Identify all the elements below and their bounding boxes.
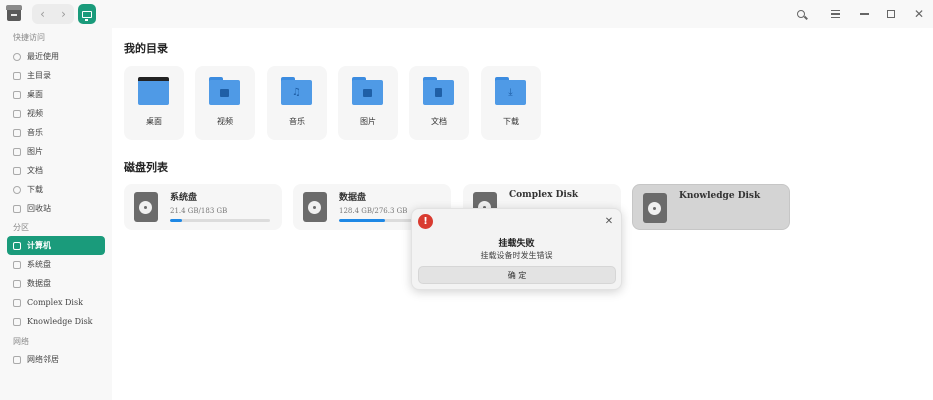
clock-icon — [13, 52, 21, 61]
desktop-folder-icon — [138, 77, 169, 105]
sidebar-item-complex-disk[interactable]: Complex Disk — [7, 293, 105, 312]
menu-icon — [830, 10, 840, 12]
minimize-icon — [859, 13, 869, 15]
disk-name: 系统盘 — [170, 193, 198, 203]
network-title: 网络 — [13, 337, 29, 346]
hard-disk-icon — [303, 192, 327, 222]
disk-icon — [13, 279, 21, 288]
video-icon — [13, 109, 21, 118]
sidebar-item-trash[interactable]: 回收站 — [7, 199, 105, 218]
dialog-close-button[interactable]: ✕ — [603, 215, 615, 227]
maximize-button[interactable] — [882, 5, 900, 23]
navigation-buttons: ‹ › — [32, 4, 74, 24]
close-icon: ✕ — [604, 215, 614, 227]
sidebar-item-videos[interactable]: 视频 — [7, 104, 105, 123]
folder-music[interactable]: ♫ 音乐 — [267, 66, 327, 140]
computer-icon — [13, 241, 21, 250]
disk-icon — [13, 260, 21, 269]
sidebar-item-downloads[interactable]: 下载 — [7, 180, 105, 199]
confirm-button[interactable]: 确 定 — [418, 266, 616, 284]
sidebar-item-home[interactable]: 主目录 — [7, 66, 105, 85]
picture-folder-icon — [352, 77, 383, 105]
music-folder-icon: ♫ — [281, 77, 312, 105]
sidebar-item-music[interactable]: 音乐 — [7, 123, 105, 142]
quick-access-title: 快捷访问 — [13, 33, 45, 42]
trash-icon — [13, 204, 21, 213]
desktop-icon — [13, 90, 21, 99]
disk-icon — [13, 298, 21, 307]
computer-view-button[interactable] — [78, 4, 96, 24]
folder-documents[interactable]: 文档 — [409, 66, 469, 140]
sidebar-item-data-disk[interactable]: 数据盘 — [7, 274, 105, 293]
music-icon — [13, 128, 21, 137]
sidebar-item-network[interactable]: 网络邻居 — [7, 350, 105, 369]
sidebar: 快捷访问 最近使用 主目录 桌面 视频 音乐 图片 文档 下载 回收站 分区 计… — [0, 28, 112, 400]
sidebar-item-documents[interactable]: 文档 — [7, 161, 105, 180]
download-icon — [13, 185, 21, 194]
sidebar-item-pictures[interactable]: 图片 — [7, 142, 105, 161]
disk-card-knowledge[interactable]: Knowledge Disk — [632, 184, 790, 230]
monitor-icon — [82, 10, 92, 21]
sidebar-item-computer[interactable]: 计算机 — [7, 236, 105, 255]
folder-desktop[interactable]: 桌面 — [124, 66, 184, 140]
warning-icon: ! — [418, 214, 433, 229]
search-button[interactable] — [792, 5, 810, 23]
download-folder-icon: ⤓ — [495, 77, 526, 105]
disk-usage-bar — [170, 219, 270, 222]
disk-name: 数据盘 — [339, 193, 367, 203]
back-button[interactable]: ‹ — [32, 4, 53, 24]
video-folder-icon — [209, 77, 240, 105]
dialog-message: 挂载设备时发生错误 — [480, 251, 553, 260]
hard-disk-icon — [643, 193, 667, 223]
close-icon: ✕ — [913, 7, 925, 21]
disk-size: 128.4 GB/276.3 GB — [339, 207, 408, 215]
hard-disk-icon — [134, 192, 158, 222]
mount-error-dialog: ! ✕ 挂载失败 挂载设备时发生错误 确 定 — [411, 208, 622, 290]
disk-list-title: 磁盘列表 — [124, 161, 168, 174]
network-icon — [13, 355, 21, 364]
chevron-left-icon: ‹ — [40, 7, 45, 21]
disk-icon — [13, 317, 21, 326]
dialog-title: 挂载失败 — [498, 239, 535, 249]
disk-size: 21.4 GB/183 GB — [170, 207, 228, 215]
title-bar: ‹ › ✕ — [0, 0, 933, 28]
minimize-button[interactable] — [855, 5, 873, 23]
folder-downloads[interactable]: ⤓ 下载 — [481, 66, 541, 140]
search-icon — [797, 10, 805, 18]
sidebar-item-desktop[interactable]: 桌面 — [7, 85, 105, 104]
maximize-icon — [887, 10, 895, 18]
close-window-button[interactable]: ✕ — [910, 5, 928, 23]
app-logo-icon — [6, 5, 22, 21]
folder-videos[interactable]: 视频 — [195, 66, 255, 140]
menu-button[interactable] — [826, 5, 844, 23]
sidebar-item-system-disk[interactable]: 系统盘 — [7, 255, 105, 274]
document-folder-icon — [423, 77, 454, 105]
disk-name: Knowledge Disk — [679, 191, 761, 201]
disk-card-system[interactable]: 系统盘 21.4 GB/183 GB — [124, 184, 282, 230]
forward-button[interactable]: › — [53, 4, 74, 24]
document-icon — [13, 166, 21, 175]
home-icon — [13, 71, 21, 80]
chevron-right-icon: › — [61, 7, 66, 21]
partition-title: 分区 — [13, 223, 29, 232]
my-directories-title: 我的目录 — [124, 42, 168, 55]
sidebar-item-recent[interactable]: 最近使用 — [7, 47, 105, 66]
sidebar-item-knowledge-disk[interactable]: Knowledge Disk — [7, 312, 105, 331]
picture-icon — [13, 147, 21, 156]
disk-name: Complex Disk — [509, 190, 579, 200]
folder-pictures[interactable]: 图片 — [338, 66, 398, 140]
